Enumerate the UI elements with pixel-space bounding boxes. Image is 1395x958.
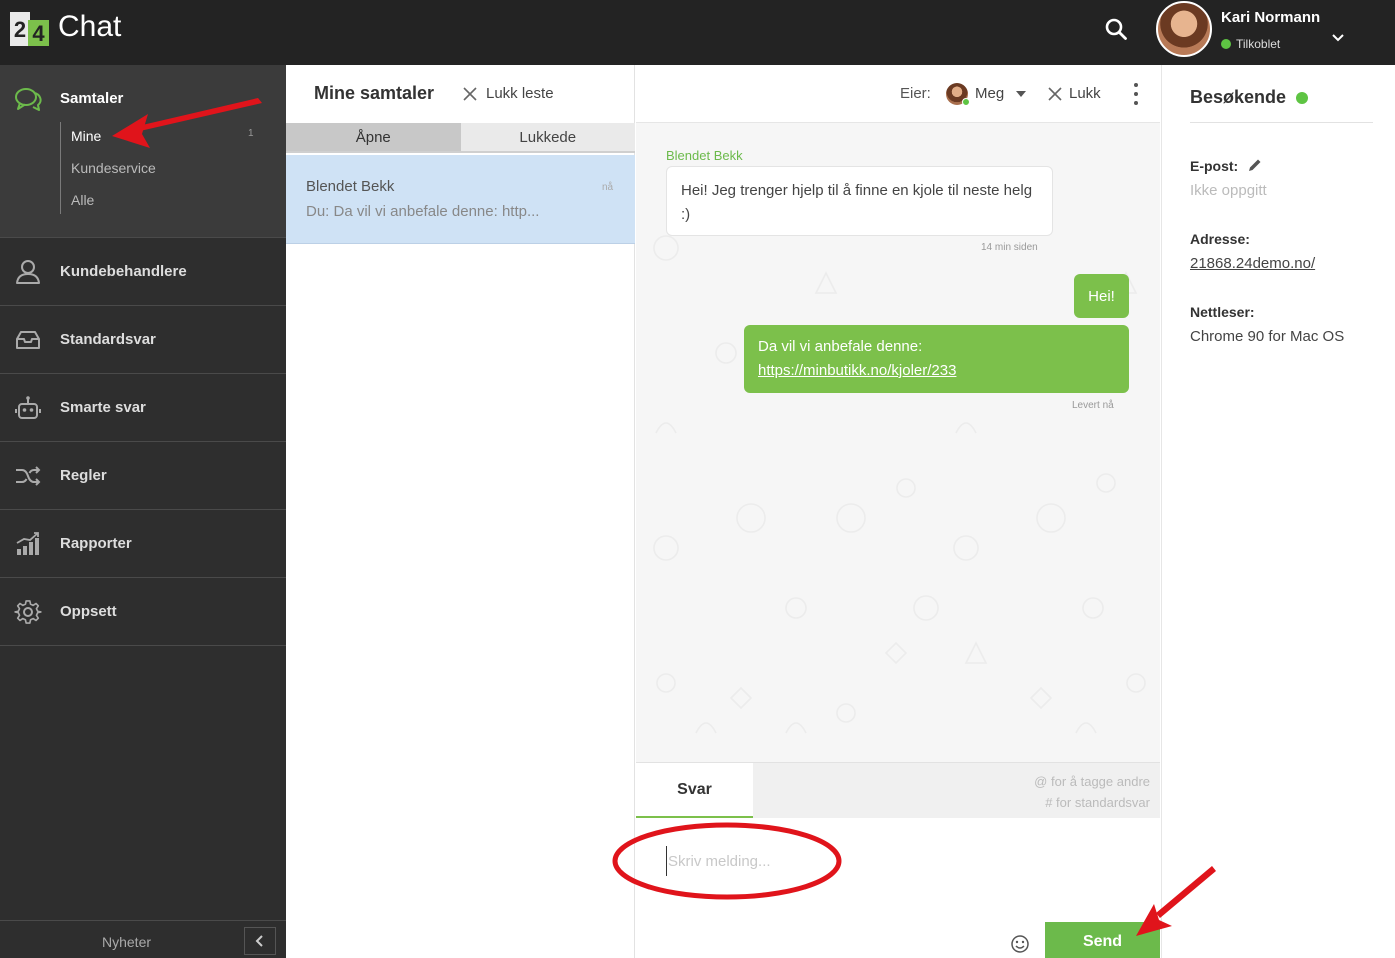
close-read-button[interactable]: Lukk leste xyxy=(462,85,554,102)
more-options-icon[interactable] xyxy=(1130,83,1142,105)
logo-digit-4: 4 xyxy=(28,20,49,46)
outgoing-message-text: Da vil vi anbefale denne: xyxy=(758,338,923,355)
samtaler-submenu: Mine Kundeservice Alle xyxy=(60,122,156,214)
sidebar-item-smarte-svar[interactable]: Smarte svar xyxy=(0,374,286,442)
composer-hints: @ for å tagge andre # for standardsvar xyxy=(1034,771,1150,813)
conversations-title: Mine samtaler xyxy=(314,83,435,103)
incoming-message: Hei! Jeg trenger hjelp til å finne en kj… xyxy=(666,166,1053,236)
conversation-time: nå xyxy=(602,182,614,193)
sidebar-item-label: Oppsett xyxy=(60,603,117,620)
gear-icon xyxy=(14,599,42,624)
visitor-panel: Besøkende E-post: Ikke oppgitt Adresse: … xyxy=(1161,65,1395,958)
chat-header: Eier: Meg Lukk xyxy=(636,65,1160,123)
user-avatar[interactable] xyxy=(1156,1,1212,57)
top-bar: 2 4 Chat Kari Normann Tilkoblet xyxy=(0,0,1395,65)
reply-bar: Svar @ for å tagge andre # for standards… xyxy=(636,762,1160,819)
news-link[interactable]: Nyheter xyxy=(102,934,151,950)
chart-icon xyxy=(16,531,39,555)
chevron-down-icon[interactable] xyxy=(1331,33,1345,43)
chevron-left-icon xyxy=(255,935,263,947)
sidebar-section-samtaler: Samtaler Mine Kundeservice Alle 1 xyxy=(0,65,286,238)
conversations-panel: Mine samtaler Lukk leste Åpne Lukkede Bl… xyxy=(286,65,635,958)
email-label: E-post: xyxy=(1190,158,1239,174)
logo-digit-2: 2 xyxy=(10,12,30,46)
conversation-name: Blendet Bekk xyxy=(306,178,395,195)
sidebar-footer: Nyheter xyxy=(0,920,286,958)
sidebar-item-oppsett[interactable]: Oppsett xyxy=(0,578,286,646)
logo[interactable]: 2 4 xyxy=(10,12,49,46)
collapse-sidebar-button[interactable] xyxy=(244,927,276,955)
online-status-dot xyxy=(1221,39,1231,49)
browser-label: Nettleser: xyxy=(1190,304,1255,320)
tab-closed[interactable]: Lukkede xyxy=(460,123,635,153)
delivery-status: Levert nå xyxy=(1072,400,1114,411)
close-icon xyxy=(1048,86,1062,101)
owner-label: Eier: xyxy=(900,85,931,102)
close-read-label: Lukk leste xyxy=(486,85,554,102)
shuffle-icon xyxy=(16,465,41,486)
outgoing-message: Hei! xyxy=(1074,274,1129,318)
online-status-dot xyxy=(1296,92,1309,104)
user-icon xyxy=(16,259,40,284)
address-link[interactable]: 21868.24demo.no/ xyxy=(1190,255,1315,272)
browser-value: Chrome 90 for Mac OS xyxy=(1190,328,1345,345)
sidebar-item-kundebehandlere[interactable]: Kundebehandlere xyxy=(0,238,286,306)
user-name[interactable]: Kari Normann xyxy=(1221,9,1320,26)
inbox-icon xyxy=(16,330,40,349)
address-label: Adresse: xyxy=(1190,231,1250,247)
user-status-label: Tilkoblet xyxy=(1236,37,1281,51)
sidebar-item-samtaler[interactable]: Samtaler xyxy=(60,90,123,107)
sidebar-item-label: Regler xyxy=(60,467,107,484)
product-link[interactable]: https://minbutikk.no/kjoler/233 xyxy=(758,359,1115,383)
robot-icon xyxy=(15,395,41,419)
message-input[interactable] xyxy=(666,846,1066,876)
submenu-item-mine[interactable]: Mine xyxy=(71,128,101,144)
visitor-title-label: Besøkende xyxy=(1190,87,1287,107)
submenu-item-kundeservice[interactable]: Kundeservice xyxy=(71,160,156,176)
chat-panel: Eier: Meg Lukk Blendet Bekk Hei! Jeg tre… xyxy=(636,65,1160,958)
online-status-dot xyxy=(962,98,970,106)
sidebar-item-label: Rapporter xyxy=(60,535,132,552)
send-button[interactable]: Send xyxy=(1045,922,1160,958)
sidebar-item-rapporter[interactable]: Rapporter xyxy=(0,510,286,578)
sidebar: Samtaler Mine Kundeservice Alle 1 Kundeb… xyxy=(0,65,286,958)
conversation-preview: Du: Da vil vi anbefale denne: http... xyxy=(306,203,540,220)
mine-count-badge: 1 xyxy=(248,128,254,139)
app-title: Chat xyxy=(58,10,122,43)
search-icon[interactable] xyxy=(1104,17,1128,41)
caret-down-icon[interactable] xyxy=(1016,91,1026,97)
message-sender: Blendet Bekk xyxy=(666,148,743,163)
pencil-icon[interactable] xyxy=(1247,157,1263,173)
tab-open[interactable]: Åpne xyxy=(286,123,461,153)
outgoing-message: Da vil vi anbefale denne: https://minbut… xyxy=(744,325,1129,393)
owner-avatar[interactable] xyxy=(946,83,970,106)
chat-bubbles-icon xyxy=(15,88,42,111)
visitor-title: Besøkende xyxy=(1190,87,1373,123)
close-chat-label: Lukk xyxy=(1069,85,1101,102)
message-timestamp: 14 min siden xyxy=(981,242,1038,253)
emoji-icon[interactable] xyxy=(1010,934,1030,954)
hint-standard-reply: # for standardsvar xyxy=(1045,795,1150,810)
submenu-item-alle[interactable]: Alle xyxy=(71,192,94,208)
sidebar-item-label: Smarte svar xyxy=(60,399,146,416)
conversation-item[interactable]: Blendet Bekk nå Du: Da vil vi anbefale d… xyxy=(286,155,635,244)
close-icon xyxy=(463,86,477,101)
owner-select[interactable]: Meg xyxy=(975,85,1004,102)
message-composer: Send xyxy=(636,818,1160,958)
conversation-tabs: Åpne Lukkede xyxy=(286,123,635,153)
sidebar-item-label: Kundebehandlere xyxy=(60,263,187,280)
sidebar-item-regler[interactable]: Regler xyxy=(0,442,286,510)
tab-reply[interactable]: Svar xyxy=(636,763,753,819)
email-value: Ikke oppgitt xyxy=(1190,182,1267,199)
user-status: Tilkoblet xyxy=(1221,37,1280,51)
sidebar-item-standardsvar[interactable]: Standardsvar xyxy=(0,306,286,374)
hint-tag: @ for å tagge andre xyxy=(1034,774,1150,789)
sidebar-item-label: Standardsvar xyxy=(60,331,156,348)
close-chat-button[interactable]: Lukk xyxy=(1047,85,1101,102)
